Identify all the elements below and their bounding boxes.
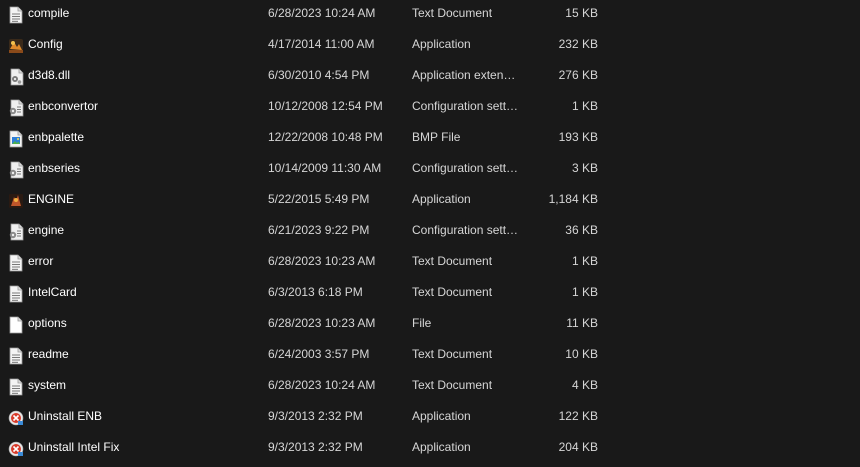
config-file-icon bbox=[8, 99, 24, 117]
file-date-modified: 10/12/2008 12:54 PM bbox=[268, 99, 383, 113]
text-document-icon bbox=[8, 6, 24, 24]
file-date-modified: 6/28/2023 10:24 AM bbox=[268, 6, 376, 20]
file-date-modified: 10/14/2009 11:30 AM bbox=[268, 161, 382, 175]
file-type: Configuration sett… bbox=[412, 99, 519, 113]
file-row[interactable]: enbconvertor 10/12/2008 12:54 PM Configura… bbox=[0, 93, 860, 124]
file-size: 1,184 KB bbox=[548, 192, 598, 206]
file-type: Application bbox=[412, 192, 471, 206]
file-type: File bbox=[412, 316, 432, 330]
file-type: Text Document bbox=[412, 378, 493, 392]
file-name: Config bbox=[28, 37, 63, 51]
file-size: 3 KB bbox=[571, 161, 598, 175]
file-row[interactable]: engine 6/21/2023 9:22 PM Configuration set… bbox=[0, 217, 860, 248]
file-name: enbpalette bbox=[28, 130, 85, 144]
text-document-icon bbox=[8, 285, 24, 303]
file-name: system bbox=[28, 378, 67, 392]
text-document-icon bbox=[8, 347, 24, 365]
file-type: Configuration sett… bbox=[412, 223, 519, 237]
file-size: 232 KB bbox=[558, 37, 598, 51]
file-type: Application bbox=[412, 440, 471, 454]
file-name: readme bbox=[28, 347, 69, 361]
file-size: 193 KB bbox=[558, 130, 598, 144]
file-date-modified: 6/24/2003 3:57 PM bbox=[268, 347, 370, 361]
file-size: 1 KB bbox=[571, 254, 598, 268]
file-size: 36 KB bbox=[565, 223, 598, 237]
file-date-modified: 6/28/2023 10:23 AM bbox=[268, 316, 376, 330]
engine-app-icon bbox=[8, 192, 24, 210]
file-type: Application bbox=[412, 37, 471, 51]
file-size: 204 KB bbox=[558, 440, 598, 454]
file-name: Uninstall ENB bbox=[28, 409, 103, 423]
file-type: Application exten… bbox=[412, 68, 516, 82]
file-date-modified: 9/3/2013 2:32 PM bbox=[268, 409, 363, 423]
file-row[interactable]: system 6/28/2023 10:24 AM Text Document 4 K… bbox=[0, 372, 860, 403]
application-icon bbox=[8, 37, 24, 55]
file-name: engine bbox=[28, 223, 65, 237]
file-date-modified: 9/3/2013 2:32 PM bbox=[268, 440, 363, 454]
bmp-file-icon bbox=[8, 130, 24, 148]
file-type: Configuration sett… bbox=[412, 161, 519, 175]
file-row[interactable]: ENGINE 5/22/2015 5:49 PM Application 1,184 … bbox=[0, 186, 860, 217]
file-name: Uninstall Intel Fix bbox=[28, 440, 120, 454]
file-size: 1 KB bbox=[571, 285, 598, 299]
file-row[interactable]: error 6/28/2023 10:23 AM Text Document 1 KB bbox=[0, 248, 860, 279]
file-date-modified: 12/22/2008 10:48 PM bbox=[268, 130, 383, 144]
file-row[interactable]: compile 6/28/2023 10:24 AM Text Document 15… bbox=[0, 0, 860, 31]
file-size: 122 KB bbox=[558, 409, 598, 423]
file-size: 276 KB bbox=[558, 68, 598, 82]
file-row[interactable]: d3d8.dll 6/30/2010 4:54 PM Application ext… bbox=[0, 62, 860, 93]
text-document-icon bbox=[8, 254, 24, 272]
file-name: compile bbox=[28, 6, 70, 20]
file-date-modified: 6/30/2010 4:54 PM bbox=[268, 68, 370, 82]
file-name: IntelCard bbox=[28, 285, 77, 299]
file-size: 10 KB bbox=[565, 347, 598, 361]
file-date-modified: 6/21/2023 9:22 PM bbox=[268, 223, 370, 237]
file-date-modified: 4/17/2014 11:00 AM bbox=[268, 37, 375, 51]
file-date-modified: 5/22/2015 5:49 PM bbox=[268, 192, 370, 206]
file-name: options bbox=[28, 316, 67, 330]
file-list: compile 6/28/2023 10:24 AM Text Document 15… bbox=[0, 0, 860, 467]
file-type: Text Document bbox=[412, 285, 493, 299]
config-file-icon bbox=[8, 223, 24, 241]
file-type: Text Document bbox=[412, 6, 493, 20]
file-row[interactable]: IntelCard 6/3/2013 6:18 PM Text Document 1 … bbox=[0, 279, 860, 310]
file-row[interactable]: options 6/28/2023 10:23 AM File 11 KB bbox=[0, 310, 860, 341]
file-row[interactable]: Uninstall ENB 9/3/2013 2:32 PM Application… bbox=[0, 403, 860, 434]
uninstaller-icon bbox=[8, 440, 24, 458]
file-type: BMP File bbox=[412, 130, 461, 144]
file-size: 1 KB bbox=[571, 99, 598, 113]
file-name: d3d8.dll bbox=[28, 68, 71, 82]
file-row[interactable]: enbseries 10/14/2009 11:30 AM Configuratio… bbox=[0, 155, 860, 186]
blank-file-icon bbox=[8, 316, 24, 334]
config-file-icon bbox=[8, 161, 24, 179]
file-row[interactable]: Config 4/17/2014 11:00 AM Application 232 K… bbox=[0, 31, 860, 62]
file-name: enbconvertor bbox=[28, 99, 99, 113]
file-row[interactable]: readme 6/24/2003 3:57 PM Text Document 10 K… bbox=[0, 341, 860, 372]
file-name: enbseries bbox=[28, 161, 81, 175]
file-size: 15 KB bbox=[565, 6, 598, 20]
file-row[interactable]: Uninstall Intel Fix 9/3/2013 2:32 PM Appli… bbox=[0, 434, 860, 465]
file-row[interactable]: enbpalette 12/22/2008 10:48 PM BMP File 193… bbox=[0, 124, 860, 155]
uninstaller-icon bbox=[8, 409, 24, 427]
file-name: error bbox=[28, 254, 54, 268]
file-type: Text Document bbox=[412, 254, 493, 268]
dll-icon bbox=[8, 68, 24, 86]
file-type: Text Document bbox=[412, 347, 493, 361]
text-document-icon bbox=[8, 378, 24, 396]
file-date-modified: 6/3/2013 6:18 PM bbox=[268, 285, 363, 299]
file-date-modified: 6/28/2023 10:24 AM bbox=[268, 378, 376, 392]
file-size: 11 KB bbox=[566, 316, 598, 330]
file-type: Application bbox=[412, 409, 471, 423]
file-date-modified: 6/28/2023 10:23 AM bbox=[268, 254, 376, 268]
file-name: ENGINE bbox=[28, 192, 75, 206]
file-size: 4 KB bbox=[571, 378, 598, 392]
